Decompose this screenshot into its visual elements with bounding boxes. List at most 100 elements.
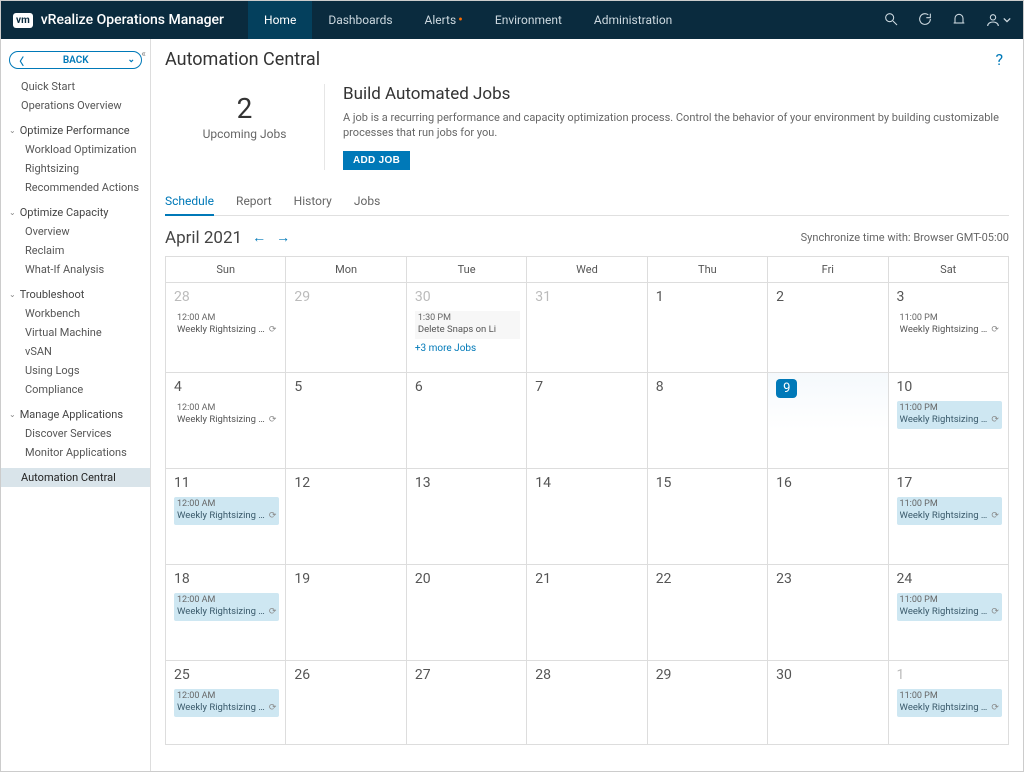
calendar-event[interactable]: 12:00 AM Weekly Rightsizing of Ov… ⟳ xyxy=(174,311,279,339)
calendar-day[interactable]: 2 xyxy=(768,283,888,373)
sidebar-item-rightsizing[interactable]: Rightsizing xyxy=(1,159,150,178)
sidebar-item-overview[interactable]: Overview xyxy=(1,222,150,241)
tab-report[interactable]: Report xyxy=(236,188,272,215)
sidebar-item-reclaim[interactable]: Reclaim xyxy=(1,241,150,260)
user-menu[interactable] xyxy=(985,12,1011,28)
nav-alerts[interactable]: Alerts• xyxy=(409,1,479,39)
calendar-day[interactable]: 22 xyxy=(648,565,768,661)
calendar-day[interactable]: 30 xyxy=(768,661,888,745)
calendar-day[interactable]: 26 xyxy=(286,661,406,745)
nav-dashboards[interactable]: Dashboards xyxy=(312,1,408,39)
search-icon[interactable] xyxy=(883,11,899,30)
calendar-day[interactable]: 7 xyxy=(527,373,647,469)
calendar: Sun Mon Tue Wed Thu Fri Sat 28 12:00 AM … xyxy=(165,256,1009,745)
sidebar-item-using-logs[interactable]: Using Logs xyxy=(1,361,150,380)
sidebar-item-workload-optimization[interactable]: Workload Optimization xyxy=(1,140,150,159)
sidebar-item-workbench[interactable]: Workbench xyxy=(1,304,150,323)
calendar-event[interactable]: 11:00 PM Weekly Rightsizing of Un… ⟳ xyxy=(897,593,1002,621)
calendar-day[interactable]: 4 12:00 AM Weekly Rightsizing of Ov… ⟳ xyxy=(166,373,286,469)
calendar-event[interactable]: 11:00 PM Weekly Rightsizing of Un… ⟳ xyxy=(897,497,1002,525)
tab-history[interactable]: History xyxy=(294,188,332,215)
sidebar-group-optimize-capacity[interactable]: ⌄Optimize Capacity xyxy=(1,203,150,222)
day-number: 13 xyxy=(415,475,520,491)
collapse-sidebar-icon[interactable]: « xyxy=(141,49,146,60)
back-button[interactable]: 〈 BACK ⌄ xyxy=(9,51,142,69)
calendar-day[interactable]: 28 12:00 AM Weekly Rightsizing of Ov… ⟳ xyxy=(166,283,286,373)
bell-icon[interactable] xyxy=(951,11,967,30)
sidebar-group-manage-apps[interactable]: ⌄Manage Applications xyxy=(1,405,150,424)
calendar-day[interactable]: 29 xyxy=(286,283,406,373)
calendar-day[interactable]: 16 xyxy=(768,469,888,565)
calendar-day[interactable]: 5 xyxy=(286,373,406,469)
calendar-day[interactable]: 11 12:00 AM Weekly Rightsizing of Ov… ⟳ xyxy=(166,469,286,565)
sidebar-item-virtual-machine[interactable]: Virtual Machine xyxy=(1,323,150,342)
event-time: 12:00 AM xyxy=(177,313,276,325)
sidebar-item-vsan[interactable]: vSAN xyxy=(1,342,150,361)
help-icon[interactable]: ? xyxy=(995,50,1009,69)
calendar-day[interactable]: 19 xyxy=(286,565,406,661)
calendar-day[interactable]: 24 11:00 PM Weekly Rightsizing of Un… ⟳ xyxy=(889,565,1008,661)
calendar-day[interactable]: 27 xyxy=(407,661,527,745)
repeat-icon: ⟳ xyxy=(991,511,999,523)
calendar-event[interactable]: 12:00 AM Weekly Rightsizing of Ov… ⟳ xyxy=(174,497,279,525)
dow-thu: Thu xyxy=(648,257,768,283)
calendar-event[interactable]: 12:00 AM Weekly Rightsizing of Ov… ⟳ xyxy=(174,401,279,429)
calendar-day[interactable]: 28 xyxy=(527,661,647,745)
day-number: 23 xyxy=(776,571,881,587)
calendar-day[interactable]: 21 xyxy=(527,565,647,661)
sidebar-item-quickstart[interactable]: Quick Start xyxy=(1,77,150,96)
nav-environment[interactable]: Environment xyxy=(479,1,578,39)
calendar-day[interactable]: 3 11:00 PM Weekly Rightsizing of Un… ⟳ xyxy=(889,283,1008,373)
sidebar-group-optimize-performance[interactable]: ⌄Optimize Performance xyxy=(1,121,150,140)
day-number: 21 xyxy=(535,571,640,587)
sidebar-item-recommended-actions[interactable]: Recommended Actions xyxy=(1,178,150,197)
calendar-day[interactable]: 1 11:00 PM Weekly Rightsizing of Un… ⟳ xyxy=(889,661,1008,745)
calendar-day[interactable]: 10 11:00 PM Weekly Rightsizing of Un… ⟳ xyxy=(889,373,1008,469)
calendar-day[interactable]: 30 1:30 PM Delete Snaps on Li +3 more Jo… xyxy=(407,283,527,373)
calendar-day[interactable]: 6 xyxy=(407,373,527,469)
event-time: 11:00 PM xyxy=(900,691,999,703)
refresh-icon[interactable] xyxy=(917,11,933,30)
sidebar-item-operations-overview[interactable]: Operations Overview xyxy=(1,96,150,115)
calendar-day[interactable]: 20 xyxy=(407,565,527,661)
calendar-event[interactable]: 11:00 PM Weekly Rightsizing of Un… ⟳ xyxy=(897,401,1002,429)
nav-home[interactable]: Home xyxy=(248,1,312,39)
sidebar-item-automation-central[interactable]: Automation Central xyxy=(1,468,150,487)
calendar-event[interactable]: 11:00 PM Weekly Rightsizing of Un… ⟳ xyxy=(897,689,1002,717)
tab-schedule[interactable]: Schedule xyxy=(165,188,214,216)
calendar-event[interactable]: 12:00 AM Weekly Rightsizing of Ov… ⟳ xyxy=(174,689,279,717)
calendar-day[interactable]: 17 11:00 PM Weekly Rightsizing of Un… ⟳ xyxy=(889,469,1008,565)
sidebar-group-label: Optimize Capacity xyxy=(20,206,109,219)
calendar-day[interactable]: 18 12:00 AM Weekly Rightsizing of Ov… ⟳ xyxy=(166,565,286,661)
sidebar-item-whatif[interactable]: What-If Analysis xyxy=(1,260,150,279)
calendar-day[interactable]: 29 xyxy=(648,661,768,745)
sidebar-item-discover-services[interactable]: Discover Services xyxy=(1,424,150,443)
calendar-prev-icon[interactable]: ← xyxy=(252,229,266,246)
repeat-icon: ⟳ xyxy=(269,703,277,715)
event-time: 11:00 PM xyxy=(900,403,999,415)
calendar-day-today[interactable]: 9 xyxy=(768,373,888,469)
more-jobs-link[interactable]: +3 more Jobs xyxy=(415,343,520,354)
calendar-day[interactable]: 15 xyxy=(648,469,768,565)
calendar-day[interactable]: 1 xyxy=(648,283,768,373)
add-job-button[interactable]: ADD JOB xyxy=(343,151,410,170)
brand-title: vRealize Operations Manager xyxy=(41,12,224,28)
calendar-next-icon[interactable]: → xyxy=(276,229,290,246)
day-number: 7 xyxy=(535,379,640,395)
sidebar-item-compliance[interactable]: Compliance xyxy=(1,380,150,399)
calendar-event[interactable]: 12:00 AM Weekly Rightsizing of Ov… ⟳ xyxy=(174,593,279,621)
calendar-day[interactable]: 12 xyxy=(286,469,406,565)
calendar-event[interactable]: 1:30 PM Delete Snaps on Li xyxy=(415,311,520,339)
calendar-day[interactable]: 31 xyxy=(527,283,647,373)
nav-administration[interactable]: Administration xyxy=(578,1,688,39)
calendar-event[interactable]: 11:00 PM Weekly Rightsizing of Un… ⟳ xyxy=(897,311,1002,339)
calendar-day[interactable]: 8 xyxy=(648,373,768,469)
calendar-day[interactable]: 25 12:00 AM Weekly Rightsizing of Ov… ⟳ xyxy=(166,661,286,745)
calendar-day[interactable]: 14 xyxy=(527,469,647,565)
tab-jobs[interactable]: Jobs xyxy=(354,188,380,215)
sidebar-item-monitor-apps[interactable]: Monitor Applications xyxy=(1,443,150,462)
calendar-day[interactable]: 13 xyxy=(407,469,527,565)
day-number: 2 xyxy=(776,289,881,305)
calendar-day[interactable]: 23 xyxy=(768,565,888,661)
sidebar-group-troubleshoot[interactable]: ⌄Troubleshoot xyxy=(1,285,150,304)
